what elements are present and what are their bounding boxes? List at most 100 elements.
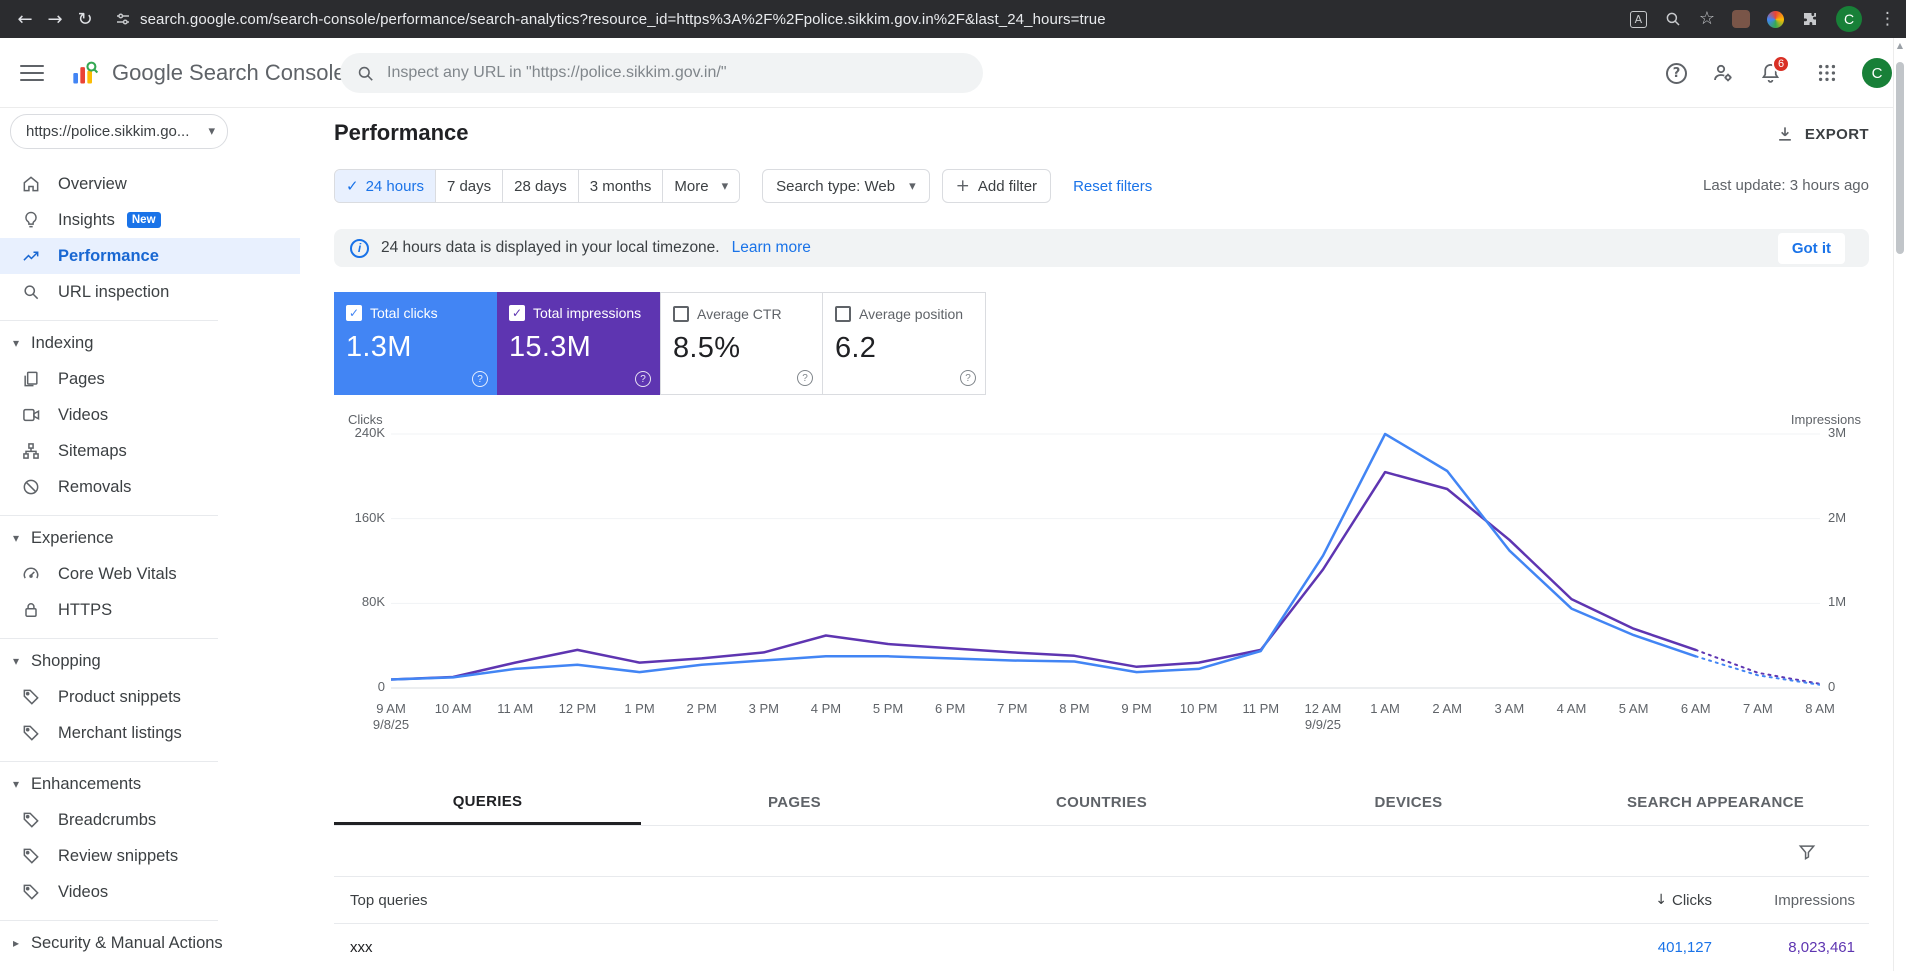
browser-toolbar: ← → ↻ search.google.com/search-console/p… bbox=[0, 0, 1906, 38]
chevron-down-icon: ▾ bbox=[10, 336, 22, 350]
help-icon[interactable]: ? bbox=[635, 371, 651, 387]
sidebar-item-core-web-vitals[interactable]: Core Web Vitals bbox=[0, 556, 300, 592]
sidebar-item-sitemaps[interactable]: Sitemaps bbox=[0, 433, 300, 469]
y-tick-label: 0 bbox=[334, 679, 385, 694]
url-inspect-searchbox[interactable] bbox=[340, 53, 983, 93]
tab-pages[interactable]: PAGES bbox=[641, 780, 948, 825]
average-position-card[interactable]: Average position 6.2 ? bbox=[823, 292, 986, 395]
browser-reload-button[interactable]: ↻ bbox=[70, 4, 100, 34]
table-row[interactable]: xxx 401,127 8,023,461 bbox=[334, 924, 1869, 971]
bookmark-star-icon[interactable]: ☆ bbox=[1699, 10, 1715, 28]
lightbulb-icon bbox=[20, 210, 42, 230]
help-icon[interactable]: ? bbox=[472, 371, 488, 387]
sidebar-item-breadcrumbs[interactable]: Breadcrumbs bbox=[0, 802, 300, 838]
column-header-impressions[interactable]: Impressions bbox=[1712, 892, 1869, 909]
site-info-icon[interactable] bbox=[114, 10, 132, 28]
time-filter-more[interactable]: More ▾ bbox=[662, 170, 739, 202]
sidebar: https://police.sikkim.go... ▾ Overview I… bbox=[0, 108, 300, 971]
sidebar-item-performance[interactable]: Performance bbox=[0, 238, 300, 274]
product-logo[interactable]: Google Search Console bbox=[70, 59, 346, 87]
account-avatar[interactable]: C bbox=[1862, 58, 1892, 88]
sidebar-section-experience[interactable]: ▾ Experience bbox=[0, 520, 300, 556]
sidebar-item-product-snippets[interactable]: Product snippets bbox=[0, 679, 300, 715]
time-filter-28-days[interactable]: 28 days bbox=[502, 170, 578, 202]
user-settings-icon[interactable] bbox=[1711, 61, 1735, 85]
sidebar-item-review-snippets[interactable]: Review snippets bbox=[0, 838, 300, 874]
time-filter-24-hours[interactable]: ✓ 24 hours bbox=[335, 170, 435, 202]
tag-icon bbox=[20, 810, 42, 830]
url-inspect-input[interactable] bbox=[387, 64, 967, 82]
tab-devices[interactable]: DEVICES bbox=[1255, 780, 1562, 825]
column-header-queries[interactable]: Top queries bbox=[334, 892, 1552, 909]
sidebar-item-label: HTTPS bbox=[58, 601, 112, 620]
address-bar[interactable]: search.google.com/search-console/perform… bbox=[140, 11, 1616, 28]
last-update-text: Last update: 3 hours ago bbox=[1703, 177, 1869, 194]
total-clicks-card[interactable]: ✓ Total clicks 1.3M ? bbox=[334, 292, 497, 395]
help-icon[interactable]: ? bbox=[797, 370, 813, 386]
extension-icon[interactable] bbox=[1732, 10, 1750, 28]
checkbox-checked-icon[interactable]: ✓ bbox=[509, 305, 525, 321]
column-header-clicks[interactable]: ↓ Clicks bbox=[1552, 892, 1712, 909]
search-type-chip[interactable]: Search type: Web ▾ bbox=[762, 169, 929, 203]
extension-icon[interactable] bbox=[1767, 11, 1784, 28]
filter-funnel-icon[interactable] bbox=[1797, 842, 1817, 862]
learn-more-link[interactable]: Learn more bbox=[732, 239, 811, 257]
browser-profile-avatar[interactable]: C bbox=[1836, 6, 1862, 32]
time-filter-7-days[interactable]: 7 days bbox=[435, 170, 502, 202]
browser-back-button[interactable]: ← bbox=[10, 4, 40, 34]
tab-search-appearance[interactable]: SEARCH APPEARANCE bbox=[1562, 780, 1869, 825]
browser-menu-icon[interactable]: ⋮ bbox=[1879, 9, 1896, 29]
sidebar-item-insights[interactable]: Insights New bbox=[0, 202, 300, 238]
app-header: Google Search Console ? 6 bbox=[0, 38, 1906, 108]
reset-filters-link[interactable]: Reset filters bbox=[1073, 178, 1152, 195]
zoom-icon[interactable] bbox=[1664, 10, 1682, 28]
add-filter-chip[interactable]: + Add filter bbox=[942, 169, 1051, 203]
export-button[interactable]: EXPORT bbox=[1774, 124, 1869, 144]
search-console-logo-icon bbox=[70, 59, 100, 87]
translate-icon[interactable]: A bbox=[1630, 11, 1647, 28]
hamburger-menu-icon[interactable] bbox=[20, 65, 44, 81]
sidebar-section-shopping[interactable]: ▾ Shopping bbox=[0, 643, 300, 679]
sidebar-item-merchant-listings[interactable]: Merchant listings bbox=[0, 715, 300, 751]
checkbox-empty-icon[interactable] bbox=[835, 306, 851, 322]
checkbox-empty-icon[interactable] bbox=[673, 306, 689, 322]
extensions-puzzle-icon[interactable] bbox=[1801, 10, 1819, 28]
sidebar-item-label: Sitemaps bbox=[58, 442, 127, 461]
tag-icon bbox=[20, 846, 42, 866]
sidebar-section-indexing[interactable]: ▾ Indexing bbox=[0, 325, 300, 361]
tab-countries[interactable]: COUNTRIES bbox=[948, 780, 1255, 825]
sidebar-item-url-inspection[interactable]: URL inspection bbox=[0, 274, 300, 310]
sidebar-section-enhancements[interactable]: ▾ Enhancements bbox=[0, 766, 300, 802]
sidebar-item-videos-enhancement[interactable]: Videos bbox=[0, 874, 300, 910]
card-label: Total impressions bbox=[533, 305, 641, 321]
notifications-bell-icon[interactable]: 6 bbox=[1759, 62, 1782, 85]
scrollbar-thumb[interactable] bbox=[1896, 62, 1904, 254]
property-selector[interactable]: https://police.sikkim.go... ▾ bbox=[10, 114, 228, 149]
average-ctr-card[interactable]: Average CTR 8.5% ? bbox=[660, 292, 823, 395]
sidebar-section-security-manual-actions[interactable]: ▸ Security & Manual Actions bbox=[0, 925, 300, 961]
chevron-down-icon: ▾ bbox=[909, 179, 916, 194]
help-icon[interactable]: ? bbox=[960, 370, 976, 386]
time-filter-3-months[interactable]: 3 months bbox=[578, 170, 663, 202]
y-tick-label: 160K bbox=[334, 510, 385, 525]
video-icon bbox=[20, 405, 42, 425]
scrollbar-up-arrow[interactable]: ▲ bbox=[1894, 41, 1906, 50]
sidebar-item-pages[interactable]: Pages bbox=[0, 361, 300, 397]
got-it-button[interactable]: Got it bbox=[1778, 233, 1845, 264]
page-scrollbar[interactable]: ▲ bbox=[1893, 38, 1906, 971]
help-icon[interactable]: ? bbox=[1666, 63, 1687, 84]
chevron-down-icon: ▾ bbox=[10, 654, 22, 668]
browser-forward-button[interactable]: → bbox=[40, 4, 70, 34]
banner-message: 24 hours data is displayed in your local… bbox=[381, 239, 720, 257]
table-header-row: Top queries ↓ Clicks Impressions bbox=[334, 876, 1869, 924]
sidebar-item-videos[interactable]: Videos bbox=[0, 397, 300, 433]
sidebar-item-removals[interactable]: Removals bbox=[0, 469, 300, 505]
google-apps-icon[interactable] bbox=[1816, 62, 1838, 84]
checkbox-checked-icon[interactable]: ✓ bbox=[346, 305, 362, 321]
sidebar-item-https[interactable]: HTTPS bbox=[0, 592, 300, 628]
y-tick-label: 240K bbox=[334, 425, 385, 440]
tab-queries[interactable]: QUERIES bbox=[334, 780, 641, 825]
performance-chart-svg bbox=[391, 411, 1820, 711]
total-impressions-card[interactable]: ✓ Total impressions 15.3M ? bbox=[497, 292, 660, 395]
sidebar-item-overview[interactable]: Overview bbox=[0, 166, 300, 202]
